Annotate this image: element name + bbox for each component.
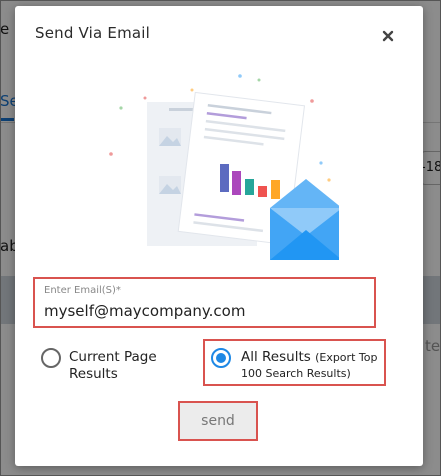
email-field-label: Enter Email(S)*: [44, 285, 121, 296]
decor-dot: [319, 161, 323, 165]
decor-dot: [310, 99, 314, 103]
illustration-bar: [220, 164, 229, 192]
email-field: Enter Email(S)*: [33, 277, 376, 328]
decor-dot: [327, 178, 331, 182]
illustration-bar: [245, 179, 254, 195]
send-email-dialog: Send Via Email Enter Email(S)* myself@ma…: [15, 6, 423, 466]
radio-button-checked[interactable]: [211, 348, 231, 368]
radio-current-page-results[interactable]: Current Page Results: [41, 346, 181, 386]
dialog-title: Send Via Email: [35, 24, 151, 42]
send-button-highlight: send: [178, 401, 258, 441]
decor-dot: [190, 88, 194, 92]
email-input[interactable]: [44, 299, 364, 323]
decor-dot: [238, 74, 242, 78]
close-icon: [382, 30, 394, 42]
illustration-bar: [271, 180, 280, 199]
illustration-bar: [232, 171, 241, 195]
all-results-label: All Results: [241, 349, 311, 365]
radio-all-results[interactable]: All Results (Export Top 100 Search Resul…: [211, 346, 383, 382]
all-results-sublabel-line2: 100 Search Results): [241, 367, 351, 380]
radio-button-unchecked[interactable]: [41, 348, 61, 368]
all-results-sublabel: (Export Top: [315, 351, 378, 364]
decor-dot: [143, 96, 147, 100]
document-chart-envelope-illustration: [109, 74, 339, 260]
radio-label-line1: Current Page: [69, 349, 157, 365]
send-button[interactable]: send: [184, 407, 252, 435]
radio-label-line2: Results: [69, 366, 118, 382]
decor-dot: [257, 78, 261, 82]
decor-dot: [119, 106, 123, 110]
decor-dot: [109, 152, 113, 156]
illustration-bar: [258, 186, 267, 197]
close-button[interactable]: [378, 26, 398, 46]
radio-selected-dot: [216, 353, 226, 363]
